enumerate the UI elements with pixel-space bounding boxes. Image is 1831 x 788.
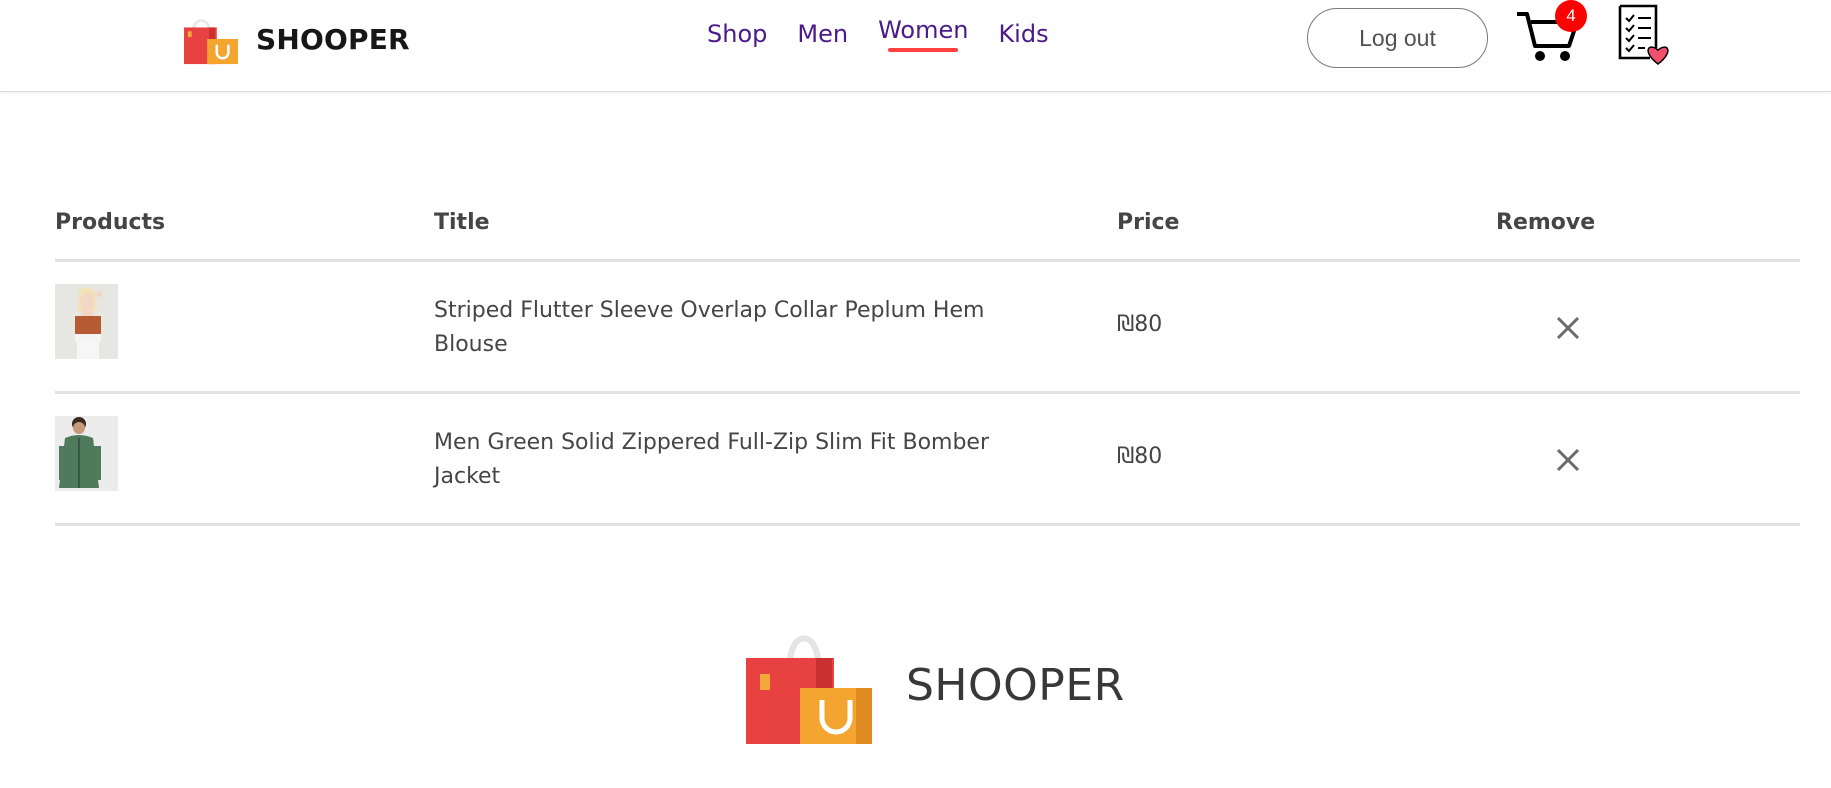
col-price: Price [1117,210,1180,235]
cart-item-price: ₪80 [1117,444,1163,469]
nav-women[interactable]: Women [878,16,968,56]
cart-item-title: Striped Flutter Sleeve Overlap Collar Pe… [434,298,985,357]
col-title: Title [434,210,490,235]
brand[interactable]: SHOOPER [182,12,410,66]
nav-women-label: Women [878,16,969,44]
jacket-thumbnail-graphic [55,416,118,491]
col-products: Products [55,210,166,235]
navbar: SHOOPER Shop Men Women Kids Log out 4 [0,0,1831,92]
nav-shop[interactable]: Shop [707,20,767,60]
cart-table: Products Title Price Remove Striped Flut… [55,196,1800,526]
shopping-bags-icon [184,19,238,65]
brand-name: SHOOPER [256,22,410,56]
main-menu: Shop Men Women Kids [707,16,1049,60]
wishlist-button[interactable] [1614,2,1672,66]
close-icon[interactable] [1552,312,1584,344]
blouse-thumbnail-graphic [55,284,118,359]
nav-men[interactable]: Men [797,20,848,60]
cart-count-badge: 4 [1555,0,1587,32]
nav-kids-label: Kids [998,20,1049,48]
cart-button[interactable]: 4 [1515,0,1587,64]
cart-row: Striped Flutter Sleeve Overlap Collar Pe… [55,262,1800,394]
footer-logo: SHOOPER [744,624,1125,746]
cart-item-price: ₪80 [1117,312,1163,337]
cart-item-title: Men Green Solid Zippered Full-Zip Slim F… [434,430,990,489]
shopping-bags-icon [746,635,872,744]
wishlist-icon [1618,4,1669,65]
close-icon[interactable] [1552,444,1584,476]
nav-kids[interactable]: Kids [998,20,1048,60]
jacket-product-image[interactable] [55,416,118,491]
nav-shop-label: Shop [707,20,768,48]
cart-row: Men Green Solid Zippered Full-Zip Slim F… [55,394,1800,526]
col-remove: Remove [1496,210,1596,235]
active-nav-underline [888,48,959,52]
logout-button[interactable]: Log out [1307,8,1488,68]
footer-brand-name: SHOOPER [906,659,1125,711]
cart-header-row: Products Title Price Remove [55,196,1800,262]
nav-men-label: Men [797,20,849,48]
blouse-product-image[interactable] [55,284,118,359]
